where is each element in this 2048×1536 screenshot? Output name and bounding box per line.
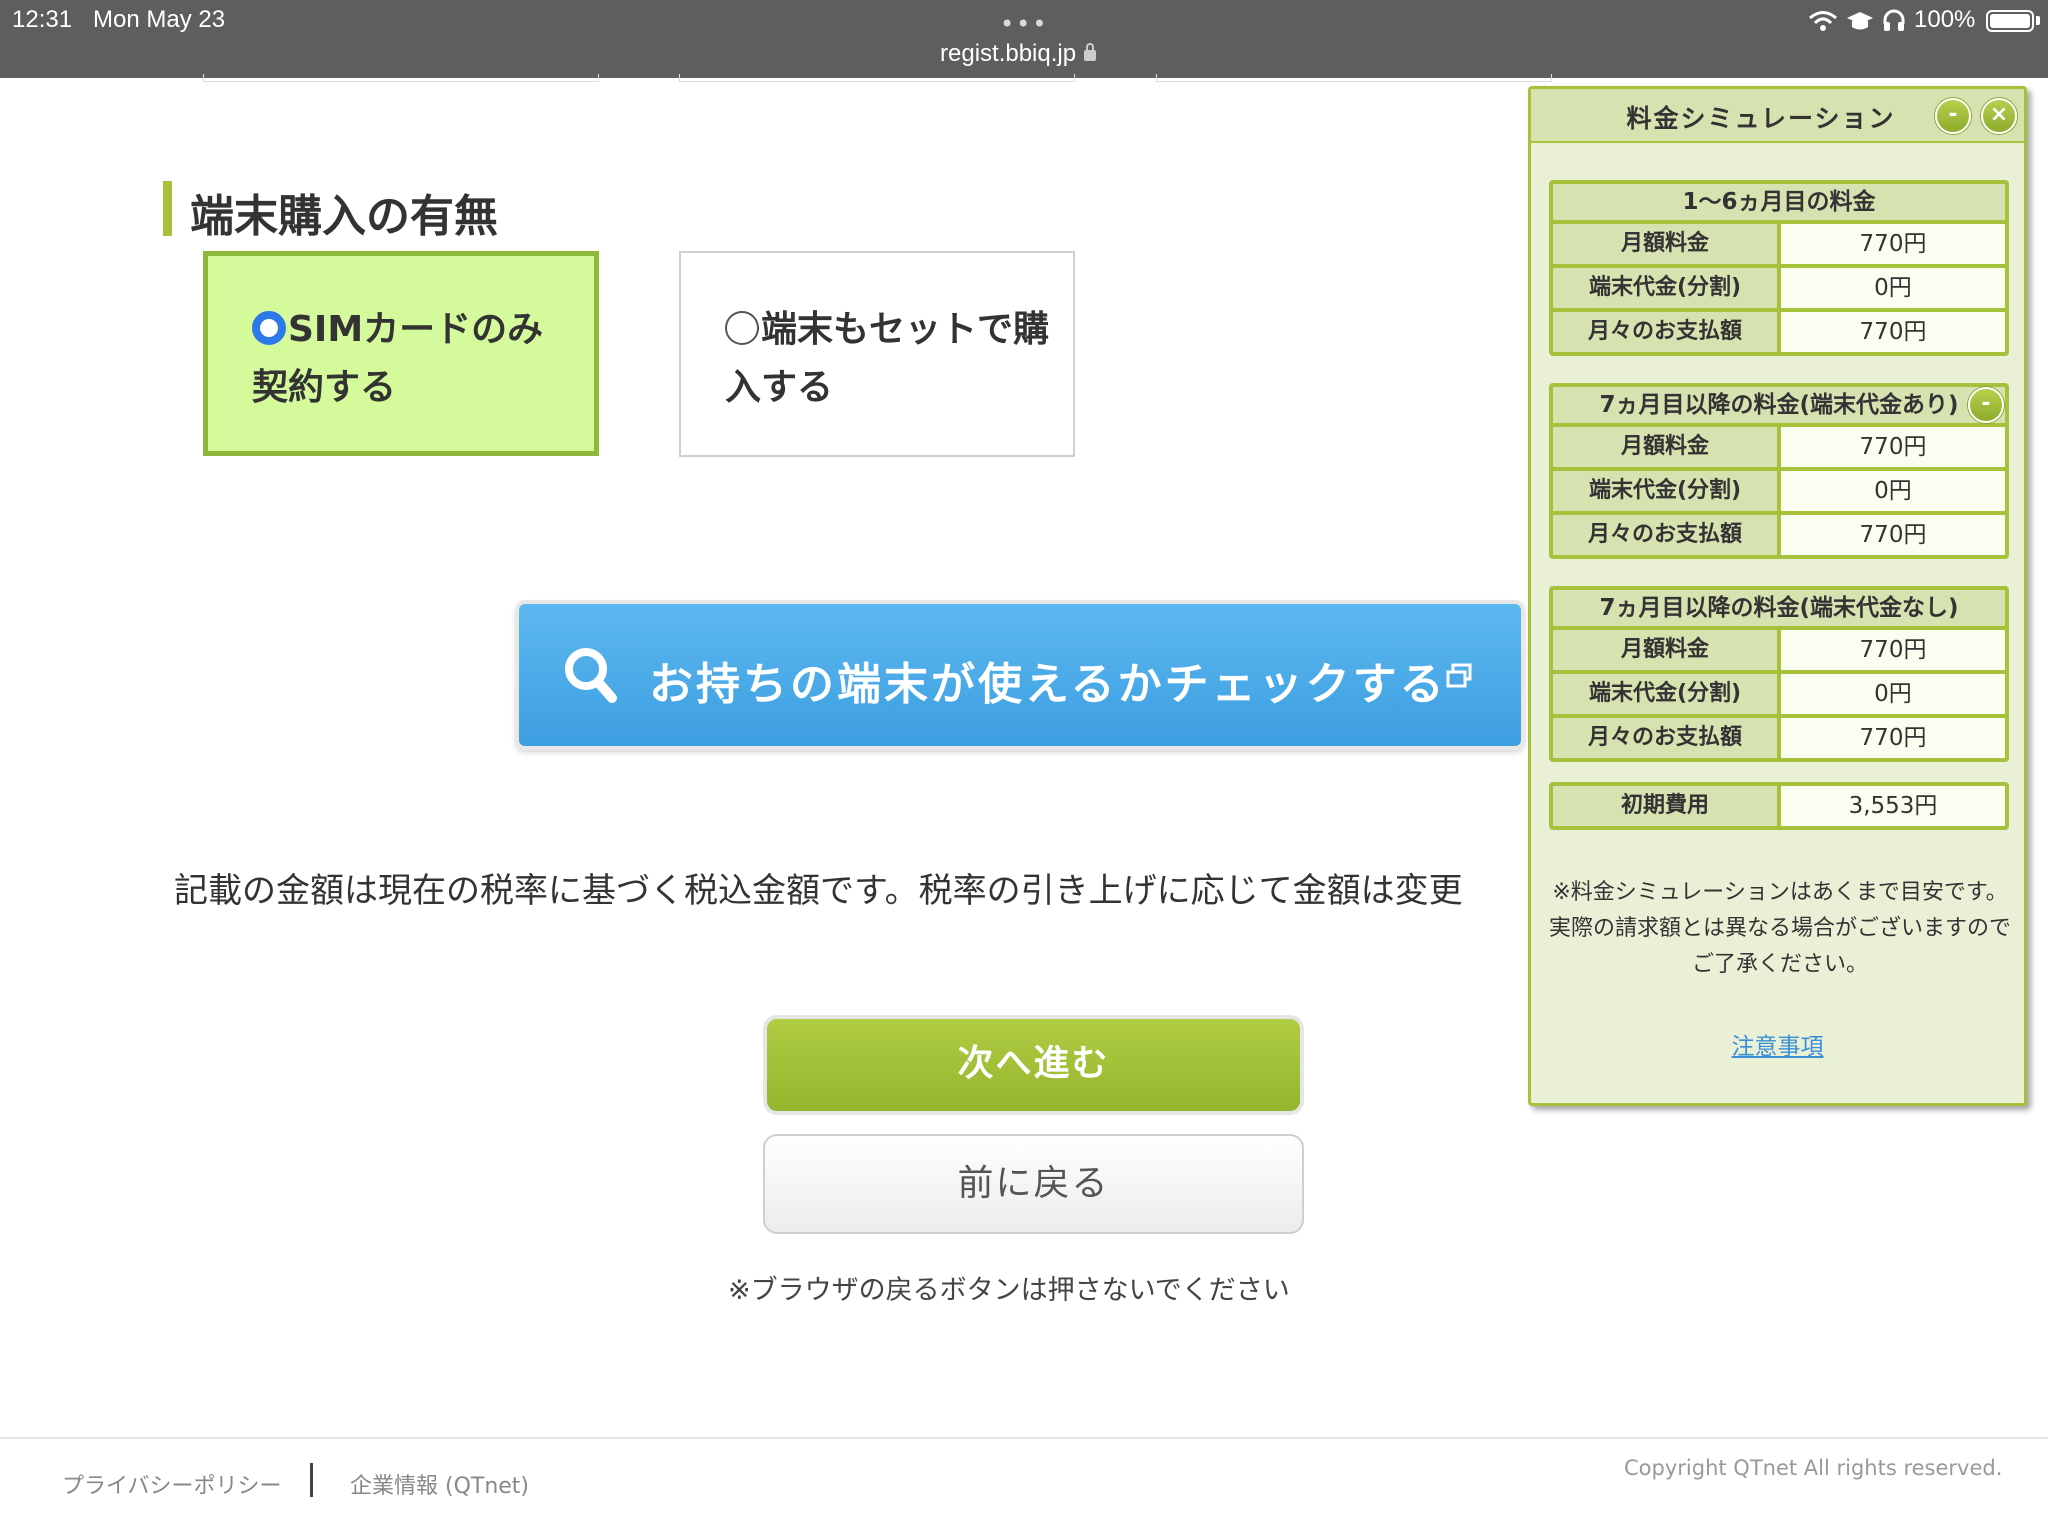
footer-divider <box>0 1437 2048 1439</box>
fee-row-label: 月額料金 <box>1553 427 1777 467</box>
fee-row-value: 770円 <box>1781 427 2005 467</box>
scrolled-box-remnant <box>203 74 599 82</box>
initial-fee-block: 初期費用 3,553円 <box>1549 782 2009 830</box>
price-simulation-panel: 料金シミュレーション - × 1〜6ヵ月目の料金 月額料金 770円 端末代金(分… <box>1528 86 2027 1106</box>
battery-percent: 100% <box>1914 6 1976 33</box>
browser-back-warning: ※ブラウザの戻るボタンは押さないでください <box>728 1275 1290 1306</box>
status-time: 12:31 <box>12 6 73 33</box>
fee-row: 月々のお支払額 770円 <box>1553 312 2005 352</box>
url-bar[interactable]: regist.bbiq.jp <box>940 40 1097 68</box>
fee-row: 月額料金 770円 <box>1553 630 2005 670</box>
radio-unselected-icon[interactable] <box>725 311 759 345</box>
section-accent-bar <box>163 181 172 236</box>
fee-block-month-7-without-device: 7ヵ月目以降の料金(端末代金なし) 月額料金 770円 端末代金(分割) 0円 月々… <box>1549 586 2009 762</box>
fee-row: 月々のお支払額 770円 <box>1553 515 2005 555</box>
fee-row: 月額料金 770円 <box>1553 427 2005 467</box>
fee-block-month-7-with-device: 7ヵ月目以降の料金(端末代金あり) - 月額料金 770円 端末代金(分割) 0円 月… <box>1549 383 2009 559</box>
scrolled-box-remnant <box>1156 74 1552 82</box>
option-sim-only[interactable]: SIMカードのみ契約する <box>203 251 599 456</box>
fee-row-label: 月額料金 <box>1553 630 1777 670</box>
wifi-icon <box>1809 11 1837 31</box>
more-options-icon[interactable]: ••• <box>1000 10 1048 38</box>
url-text: regist.bbiq.jp <box>940 40 1077 67</box>
fee-row-label: 月額料金 <box>1553 224 1777 264</box>
fee-row-label: 月々のお支払額 <box>1553 515 1777 555</box>
simulation-header: 料金シミュレーション - × <box>1531 89 2024 143</box>
fee-row-value: 770円 <box>1781 630 2005 670</box>
simulation-disclaimer: ※料金シミュレーションはあくまで目安です。 実際の請求額とは異なる場合がございま… <box>1548 880 2011 977</box>
status-date: Mon May 23 <box>93 6 226 33</box>
fee-row-label: 端末代金(分割) <box>1553 471 1777 511</box>
graduation-cap-icon <box>1847 12 1873 30</box>
fee-block-heading: 7ヵ月目以降の料金(端末代金あり) - <box>1553 387 2005 423</box>
privacy-policy-link[interactable]: プライバシーポリシー <box>62 1468 282 1500</box>
fee-row-label: 端末代金(分割) <box>1553 674 1777 714</box>
fee-block-heading: 7ヵ月目以降の料金(端末代金なし) <box>1553 590 2005 626</box>
fee-row-value: 770円 <box>1781 515 2005 555</box>
fee-row-label: 月々のお支払額 <box>1553 718 1777 758</box>
fee-row-value: 0円 <box>1781 471 2005 511</box>
radio-selected-icon[interactable] <box>252 311 286 345</box>
tax-notice: 記載の金額は現在の税率に基づく税込金額です。税率の引き上げに応じて金額は変更 <box>174 871 1463 911</box>
copyright-text: Copyright QTnet All rights reserved. <box>1624 1456 2003 1480</box>
device-check-label: お持ちの端末が使えるかチェックする <box>649 659 1447 710</box>
fee-row: 端末代金(分割) 0円 <box>1553 268 2005 308</box>
fee-row-value: 3,553円 <box>1781 786 2005 826</box>
fee-row: 端末代金(分割) 0円 <box>1553 674 2005 714</box>
minimize-button[interactable]: - <box>1935 98 1971 134</box>
browser-status-bar: 12:31 Mon May 23 ••• regist.bbiq.jp 100% <box>0 0 2048 78</box>
fee-row-value: 770円 <box>1781 312 2005 352</box>
search-icon <box>565 648 617 703</box>
fee-row-label: 月々のお支払額 <box>1553 312 1777 352</box>
section-title: 端末購入の有無 <box>190 191 498 242</box>
option-with-device[interactable]: 端末もセットで購入する <box>679 251 1075 457</box>
fee-row-value: 770円 <box>1781 718 2005 758</box>
footer-separator <box>310 1463 313 1497</box>
battery-icon <box>1986 10 2034 32</box>
lock-icon <box>1084 43 1097 61</box>
close-button[interactable]: × <box>1981 98 2017 134</box>
fee-row-value: 0円 <box>1781 268 2005 308</box>
headphones-icon <box>1883 9 1905 31</box>
company-info-link[interactable]: 企業情報 (QTnet) <box>350 1468 529 1500</box>
device-check-button[interactable]: お持ちの端末が使えるかチェックする <box>515 600 1525 750</box>
fee-row-label: 初期費用 <box>1553 786 1777 826</box>
external-window-icon <box>1446 663 1472 688</box>
fee-row: 初期費用 3,553円 <box>1553 786 2005 826</box>
notes-link[interactable]: 注意事項 <box>1531 1027 2024 1061</box>
fee-block-months-1-6: 1〜6ヵ月目の料金 月額料金 770円 端末代金(分割) 0円 月々のお支払額 770… <box>1549 180 2009 356</box>
scrolled-box-remnant <box>679 74 1075 82</box>
fee-block-heading: 1〜6ヵ月目の料金 <box>1553 184 2005 220</box>
fee-row-value: 0円 <box>1781 674 2005 714</box>
next-button[interactable]: 次へ進む <box>763 1015 1304 1115</box>
simulation-title: 料金シミュレーション <box>1626 104 1896 133</box>
back-button[interactable]: 前に戻る <box>763 1134 1304 1234</box>
option-sim-only-label: SIMカードのみ契約する <box>252 309 544 408</box>
fee-row: 端末代金(分割) 0円 <box>1553 471 2005 511</box>
fee-row: 月額料金 770円 <box>1553 224 2005 264</box>
option-with-device-label: 端末もセットで購入する <box>725 309 1050 408</box>
fee-row: 月々のお支払額 770円 <box>1553 718 2005 758</box>
fee-block-heading-text: 7ヵ月目以降の料金(端末代金あり) <box>1599 392 1959 418</box>
fee-row-label: 端末代金(分割) <box>1553 268 1777 308</box>
collapse-block-button[interactable]: - <box>1968 387 2004 423</box>
fee-row-value: 770円 <box>1781 224 2005 264</box>
